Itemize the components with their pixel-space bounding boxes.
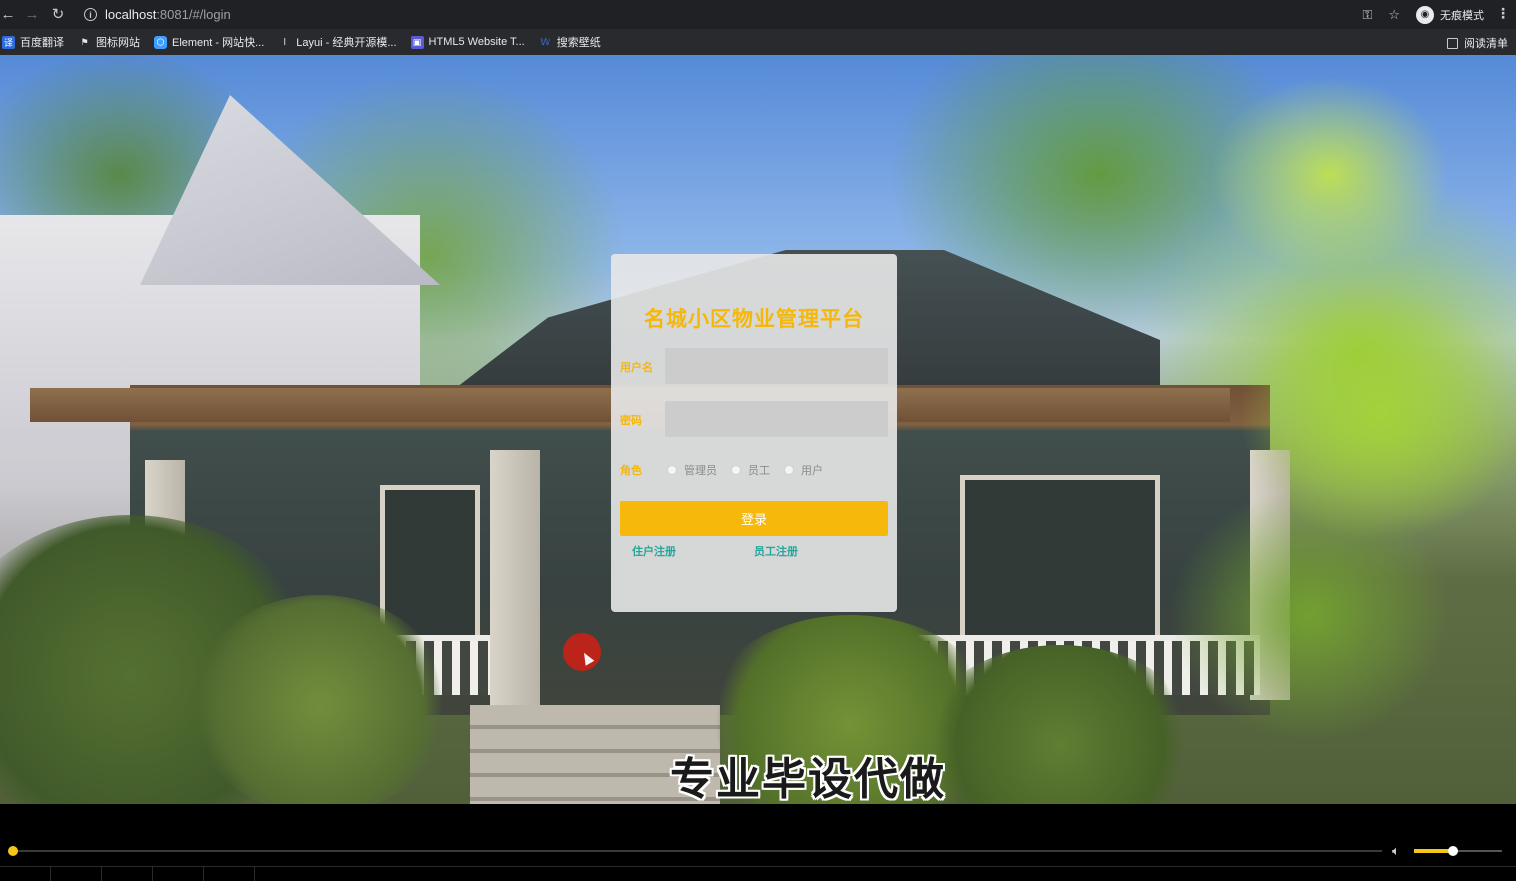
role-staff-label: 员工 [748,465,770,477]
url-host: localhost [105,7,157,22]
username-input[interactable] [665,348,888,384]
progress-handle[interactable] [8,846,18,856]
login-title: 名城小区物业管理平台 [644,308,864,331]
bookmark-star-icon[interactable]: ☆ [1388,7,1400,23]
volume-level [1414,849,1452,853]
password-label: 密码 [620,415,642,427]
volume-handle[interactable] [1448,846,1458,856]
element-icon: ⬡ [154,35,167,49]
reading-list-icon [1447,37,1458,49]
login-button[interactable]: 登录 [620,501,888,536]
player-bottom-bar [0,866,1516,881]
bookmark-layui[interactable]: ⅼ Layui - 经典开源模... [278,34,397,50]
incognito-indicator[interactable]: ◉ 无痕模式 [1416,4,1484,25]
reload-icon[interactable]: ↻ [46,2,70,26]
player-segment [0,867,51,881]
radio-admin[interactable] [667,465,677,475]
url-text[interactable]: localhost:8081/#/login [105,7,231,22]
url-path: :8081/#/login [156,7,231,22]
player-segment [51,867,102,881]
translate-icon: 译 [2,35,15,49]
reading-list[interactable]: 阅读清单 [1447,35,1508,51]
bookmarks-bar: 译 百度翻译 ⚑ 图标网站 ⬡ Element - 网站快... ⅼ Layui… [0,29,1516,55]
browser-toolbar: ← → ↻ i localhost:8081/#/login ⚿ ☆ ◉ 无痕模… [0,0,1516,29]
incognito-icon: ◉ [1416,5,1434,24]
bookmark-html5-website[interactable]: ▣ HTML5 Website T... [410,35,525,49]
role-option-staff[interactable]: 员工 [731,462,770,478]
address-bar[interactable]: i localhost:8081/#/login ⚿ ☆ [76,3,1406,26]
player-segment [204,867,255,881]
bookmark-label: Layui - 经典开源模... [296,37,397,49]
site-info-icon[interactable]: i [84,8,97,21]
click-indicator [563,633,601,671]
role-option-user[interactable]: 用户 [784,462,823,478]
role-radio-group: 管理员 员工 用户 [667,462,837,478]
forward-icon[interactable]: → [20,2,44,26]
username-label: 用户名 [620,362,653,374]
wallpaper-icon: 𝕎 [540,36,551,47]
password-input[interactable] [665,401,888,437]
login-form: 名城小区物业管理平台 用户名 密码 角色 管理员 员工 用户 登录 住户注册 员… [611,254,897,612]
bookmark-label: 图标网站 [96,37,140,49]
progress-bar[interactable] [12,850,1382,852]
role-user-label: 用户 [801,465,823,477]
video-player-controls: 🔈︎ [0,804,1516,881]
player-segment [153,867,204,881]
flag-icon: ⚑ [80,36,89,47]
bookmark-icon-site[interactable]: ⚑ 图标网站 [78,34,140,50]
back-icon[interactable]: ← [0,2,20,26]
login-page: 名城小区物业管理平台 用户名 密码 角色 管理员 员工 用户 登录 住户注册 员… [0,55,1516,804]
more-menu-icon[interactable]: ⋮ [1496,5,1510,22]
key-icon[interactable]: ⚿ [1362,7,1372,23]
video-caption: 专业毕设代做 [670,755,946,804]
incognito-label: 无痕模式 [1440,9,1484,22]
role-option-admin[interactable]: 管理员 [667,462,717,478]
html5-icon: ▣ [410,35,424,49]
reading-list-label: 阅读清单 [1464,38,1508,50]
bookmark-label: Element - 网站快... [172,37,265,49]
bookmark-baidu-translate[interactable]: 译 百度翻译 [2,34,64,50]
bookmark-wallpaper[interactable]: 𝕎 搜索壁纸 [539,34,601,50]
bookmark-label: HTML5 Website T... [428,36,525,48]
radio-user[interactable] [784,465,794,475]
staff-register-link[interactable]: 员工注册 [754,543,798,559]
bookmark-label: 百度翻译 [20,37,64,49]
bookmark-element[interactable]: ⬡ Element - 网站快... [154,34,264,50]
player-segment [102,867,153,881]
role-label: 角色 [620,465,642,477]
volume-icon[interactable]: 🔈︎ [1392,843,1408,859]
bookmark-label: 搜索壁纸 [556,37,601,49]
resident-register-link[interactable]: 住户注册 [632,543,676,559]
layui-icon: ⅼ [283,36,287,47]
radio-staff[interactable] [731,465,741,475]
role-admin-label: 管理员 [684,465,717,477]
